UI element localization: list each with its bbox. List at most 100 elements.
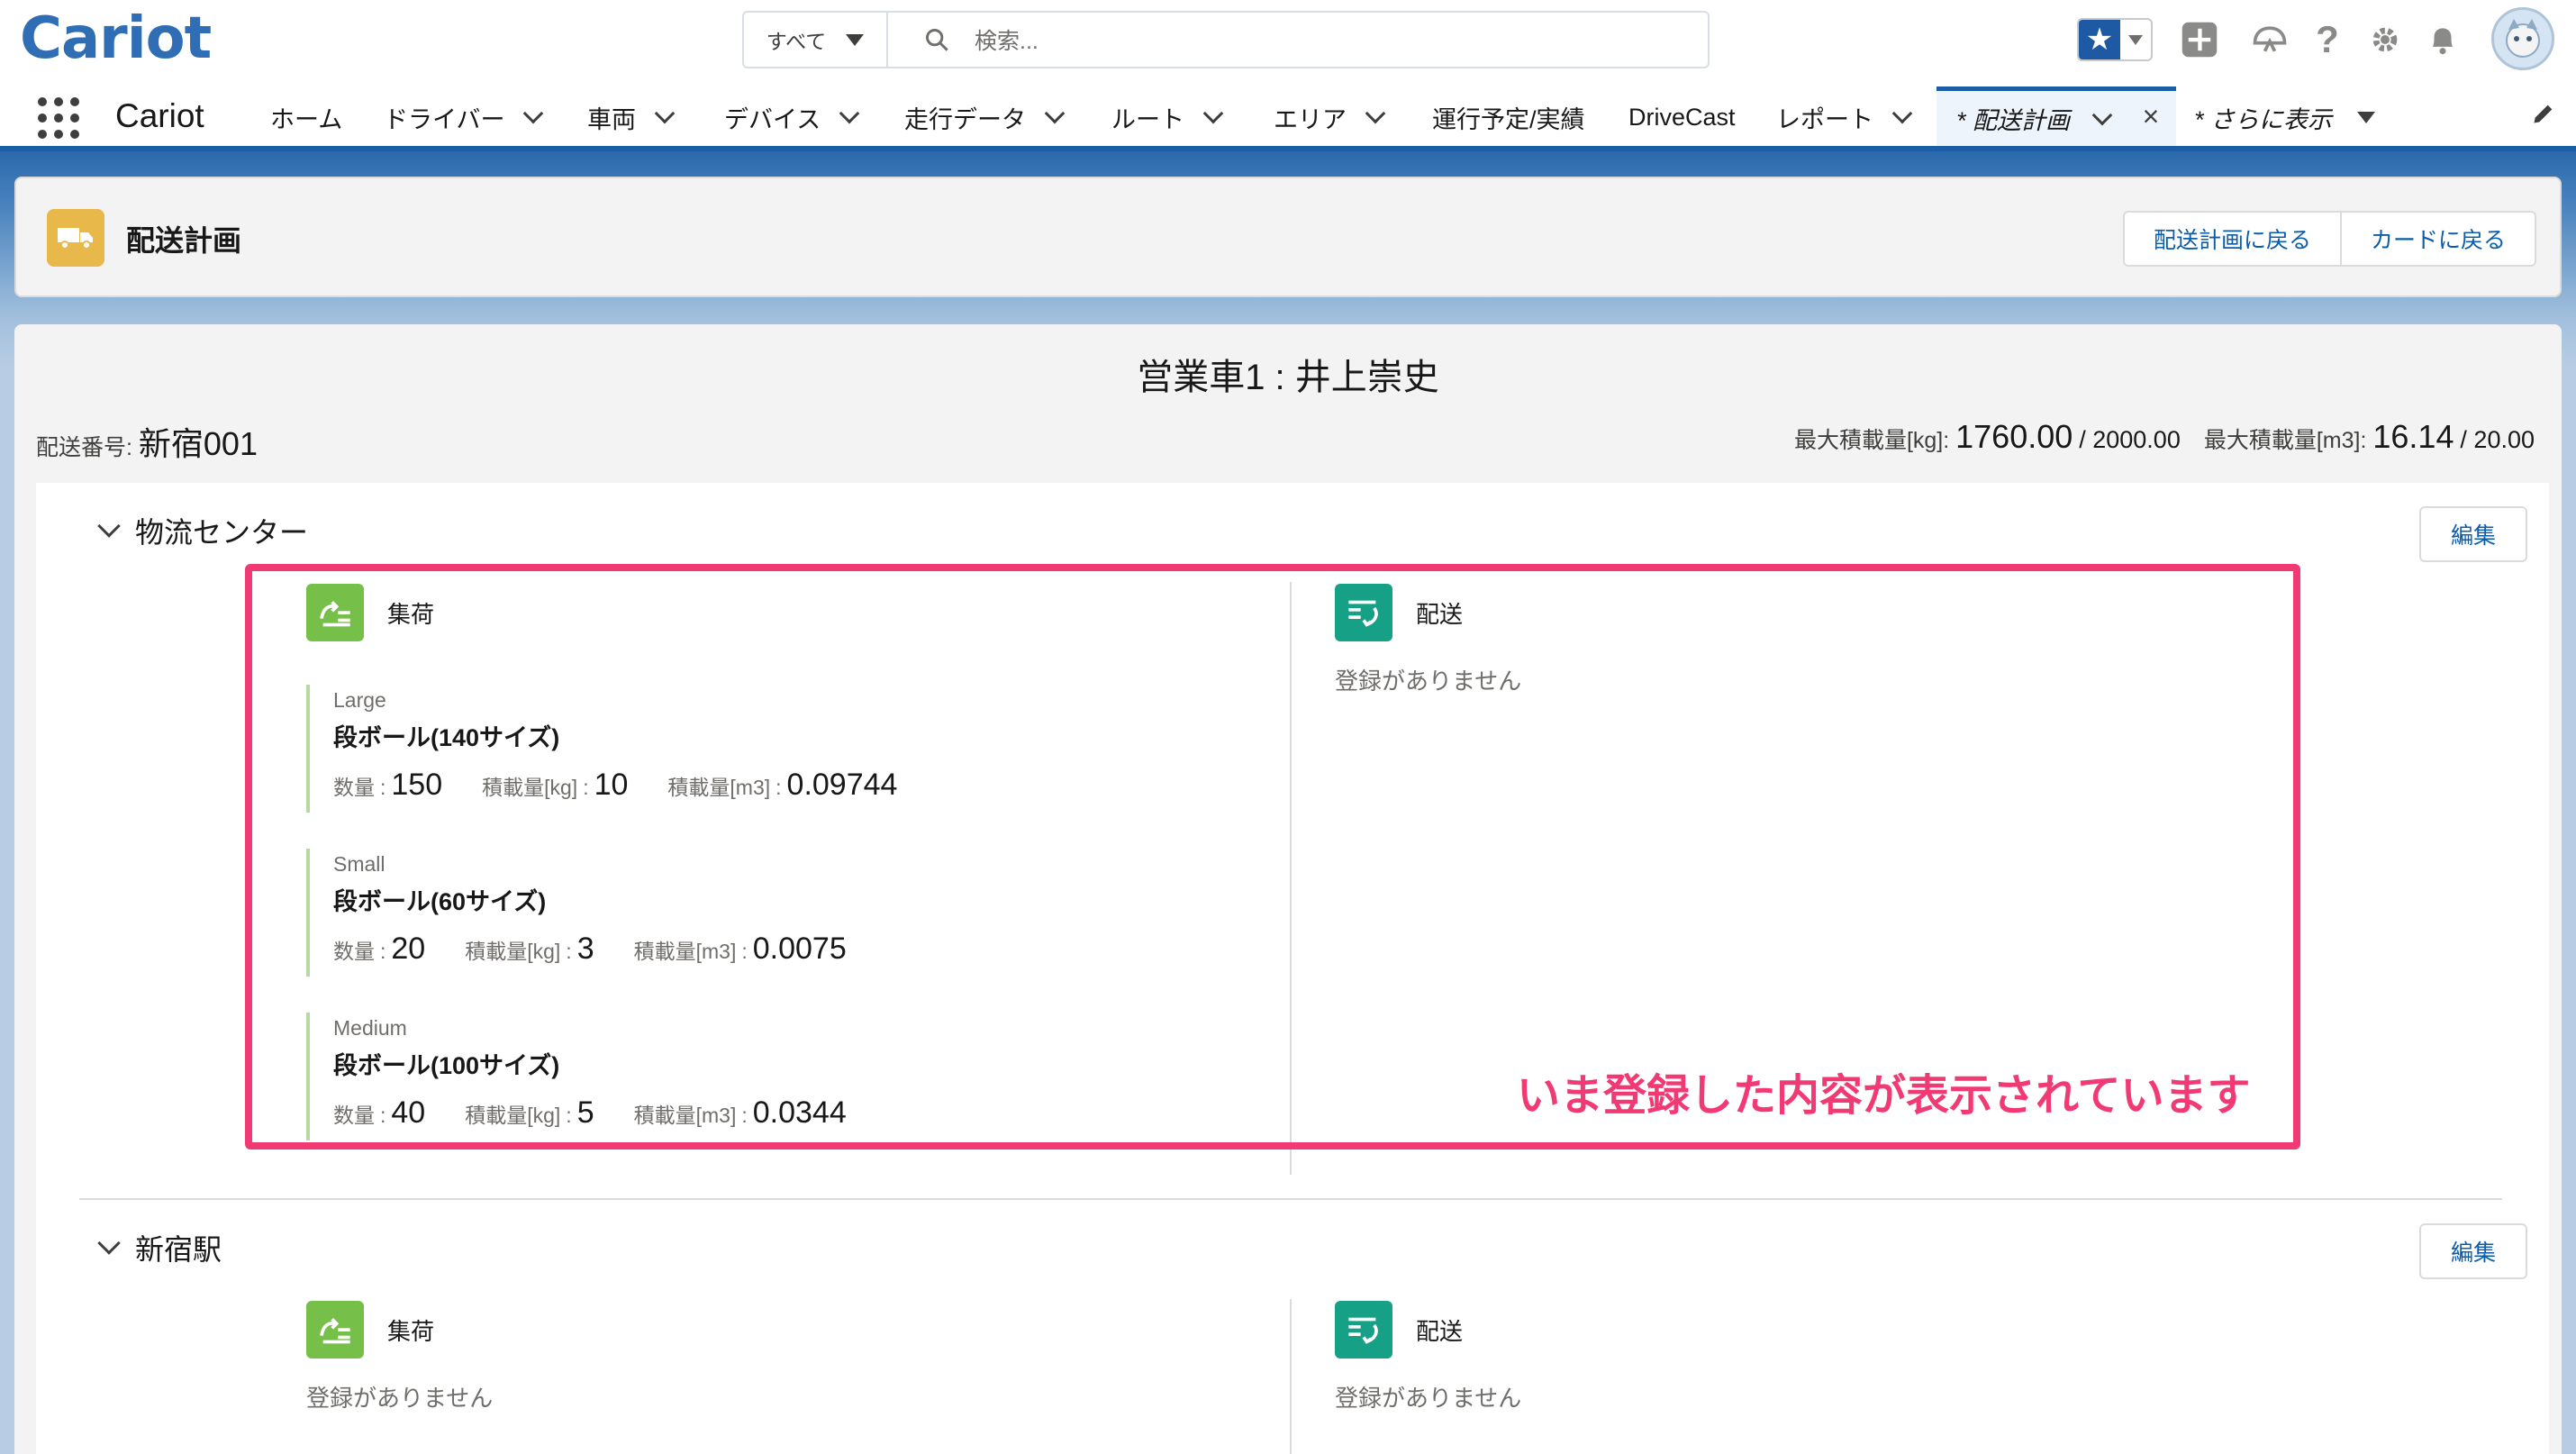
section-toggle-logistics-center[interactable]: 物流センター xyxy=(97,510,309,551)
search-input[interactable]: 検索... xyxy=(888,13,1708,67)
setup-button[interactable] xyxy=(2365,20,2405,59)
annotation-callout: いま登録した内容が表示されています xyxy=(1517,1072,2251,1120)
pickup-empty-message: 登録がありません xyxy=(306,1385,494,1412)
back-to-plan-button[interactable]: 配送計画に戻る xyxy=(2124,213,2340,265)
nav-label: エリア xyxy=(1274,105,1347,133)
section-title: 物流センター xyxy=(135,516,309,549)
chevron-down-icon[interactable] xyxy=(97,1231,121,1255)
chevron-down-icon xyxy=(846,33,865,46)
nav-item-drivecast[interactable]: DriveCast xyxy=(1628,88,1736,146)
chevron-down-icon[interactable] xyxy=(839,103,860,124)
global-actions-button[interactable] xyxy=(2180,20,2219,59)
nav-item-routes[interactable]: ルート xyxy=(1111,88,1224,146)
nav-label: レポート xyxy=(1776,105,1873,133)
delivery-icon xyxy=(1335,1301,1392,1359)
nav-label: 車両 xyxy=(587,105,636,133)
nav-more[interactable]: * さらに表示 xyxy=(2194,88,2376,146)
nav-label: ホーム xyxy=(270,105,343,133)
max-m3: 最大積載量[m3]: 16.14 / 20.00 xyxy=(2204,418,2535,456)
truck-icon xyxy=(47,209,104,267)
nav-item-schedule[interactable]: 運行予定/実績 xyxy=(1432,88,1585,146)
global-search: すべて 検索... xyxy=(742,11,1710,68)
nav-label: 運行予定/実績 xyxy=(1432,105,1585,133)
nav-item-drivers[interactable]: ドライバー xyxy=(384,88,544,146)
close-icon[interactable]: × xyxy=(2138,102,2163,131)
max-m3-total: / 20.00 xyxy=(2460,426,2535,453)
max-kg-value: 1760.00 xyxy=(1955,418,2073,455)
nav-item-trip-data[interactable]: 走行データ xyxy=(904,88,1066,146)
capacity-summary: 最大積載量[kg]: 1760.00 / 2000.00 最大積載量[m3]: … xyxy=(1794,418,2535,456)
section-title: 新宿駅 xyxy=(135,1233,222,1266)
delivery-empty-message: 登録がありません xyxy=(1335,1385,1522,1412)
nav-item-vehicles[interactable]: 車両 xyxy=(587,88,676,146)
delivery-number: 配送番号: 新宿001 xyxy=(36,418,258,465)
edit-button[interactable]: 編集 xyxy=(2419,1223,2527,1279)
nav-label: * さらに表示 xyxy=(2194,105,2333,133)
cariot-logo[interactable]: Cariot xyxy=(20,5,212,72)
chevron-down-icon[interactable] xyxy=(1044,103,1066,124)
chevron-down-icon[interactable] xyxy=(1202,103,1224,124)
global-header: Cariot すべて 検索... ★ ? xyxy=(0,0,2576,81)
star-icon[interactable]: ★ xyxy=(2079,20,2120,59)
app-name: Cariot xyxy=(115,97,204,134)
column-divider xyxy=(1290,1299,1292,1454)
section-toggle-shinjuku-station[interactable]: 新宿駅 xyxy=(97,1227,222,1268)
search-scope-label: すべて xyxy=(766,30,827,53)
app-launcher-icon[interactable] xyxy=(38,97,79,139)
chevron-down-icon[interactable] xyxy=(523,103,544,124)
page-header: 配送計画 配送計画に戻る カードに戻る xyxy=(14,177,2562,297)
user-avatar-icon xyxy=(2506,19,2540,58)
nav-item-areas[interactable]: エリア xyxy=(1274,88,1386,146)
edit-button[interactable]: 編集 xyxy=(2419,506,2527,562)
notifications-button[interactable] xyxy=(2423,20,2463,59)
nav-label: デバイス xyxy=(724,105,821,133)
tab-delivery-plan[interactable]: * 配送計画 × xyxy=(1937,86,2176,146)
delivery-number-value: 新宿001 xyxy=(138,425,258,462)
back-to-card-button[interactable]: カードに戻る xyxy=(2339,213,2535,265)
chevron-down-icon xyxy=(2128,34,2143,45)
header-button-group: 配送計画に戻る カードに戻る xyxy=(2122,211,2536,267)
pickup-icon xyxy=(306,1301,364,1359)
nav-label: ルート xyxy=(1111,105,1184,133)
gear-icon xyxy=(2372,27,2398,52)
avatar[interactable] xyxy=(2491,7,2554,70)
app-navigation: Cariot ホーム ドライバー 車両 デバイス 走行データ ルート エリア 運… xyxy=(0,86,2576,151)
help-icon[interactable]: ? xyxy=(2308,18,2347,60)
nav-label: DriveCast xyxy=(1628,103,1736,131)
delivery-label: 配送 xyxy=(1416,1317,1464,1345)
bell-icon xyxy=(2432,28,2454,55)
page-title: 配送計画 xyxy=(126,224,242,257)
nav-item-reports[interactable]: レポート xyxy=(1776,88,1913,146)
tab-label: * 配送計画 xyxy=(1956,107,2071,134)
max-m3-label: 最大積載量[m3]: xyxy=(2203,428,2367,453)
favorites-dropdown[interactable] xyxy=(2120,20,2151,59)
delivery-number-label: 配送番号: xyxy=(36,435,132,460)
chevron-down-icon[interactable] xyxy=(654,103,676,124)
plus-icon xyxy=(2181,22,2218,58)
nav-item-devices[interactable]: デバイス xyxy=(724,88,860,146)
chevron-down-icon[interactable] xyxy=(1891,103,1913,124)
vehicle-title: 営業車1 : 井上崇史 xyxy=(1137,358,1439,397)
max-kg-label: 最大積載量[kg]: xyxy=(1793,428,1950,453)
chevron-down-icon[interactable] xyxy=(97,514,121,538)
pickup-header: 集荷 xyxy=(306,1301,434,1359)
max-kg-total: / 2000.00 xyxy=(2079,426,2181,453)
chevron-down-icon[interactable] xyxy=(2091,105,2113,125)
search-scope-dropdown[interactable]: すべて xyxy=(744,13,888,67)
nav-item-home[interactable]: ホーム xyxy=(270,88,342,146)
chevron-down-icon xyxy=(2357,111,2376,123)
trailhead-button[interactable] xyxy=(2250,20,2290,59)
delivery-header: 配送 xyxy=(1335,1301,1463,1359)
max-m3-value: 16.14 xyxy=(2372,418,2454,455)
nav-label: ドライバー xyxy=(384,105,505,133)
section-divider xyxy=(79,1198,2502,1200)
edit-nav-icon[interactable] xyxy=(2531,101,2558,128)
search-placeholder: 検索... xyxy=(975,29,1039,54)
chevron-down-icon[interactable] xyxy=(1365,103,1386,124)
pickup-label: 集荷 xyxy=(387,1317,435,1345)
search-icon xyxy=(926,29,948,51)
max-kg: 最大積載量[kg]: 1760.00 / 2000.00 xyxy=(1794,418,2181,456)
trailhead-icon xyxy=(2253,26,2287,52)
favorites-button[interactable]: ★ xyxy=(2077,18,2153,61)
nav-label: 走行データ xyxy=(904,105,1026,133)
